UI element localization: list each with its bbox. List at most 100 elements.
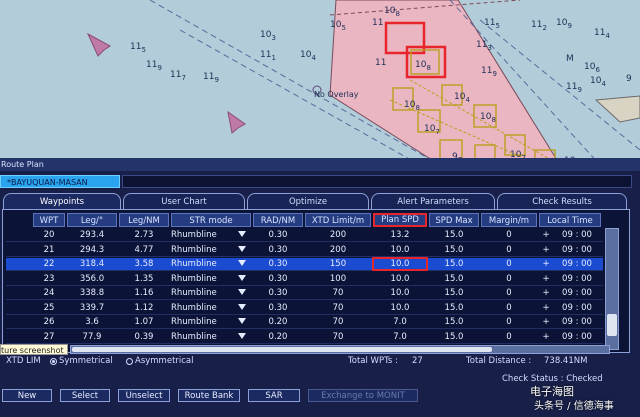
horizontal-scrollbar[interactable] [70, 345, 610, 354]
cell-str[interactable]: Rhumbline [171, 244, 239, 256]
cell-time[interactable]: 09 : 00 [555, 244, 599, 256]
cell-leg-nm: 0.39 [134, 331, 154, 342]
depth-sounding-decimal: 3 [271, 33, 276, 42]
col-header-xtd-limit[interactable]: XTD Limit/m [305, 213, 371, 227]
cell-str[interactable]: Rhumbline [171, 302, 239, 314]
horizontal-scrollbar-thumb[interactable] [72, 347, 492, 352]
cell-plan[interactable]: 10.0 [373, 273, 427, 285]
cell-xtd[interactable]: 200 [305, 244, 371, 256]
tab-optimize[interactable]: Optimize [247, 193, 369, 209]
cell-xtd[interactable]: 150 [305, 258, 371, 270]
cell-xtd[interactable]: 70 [305, 331, 371, 343]
cell-xtd[interactable]: 70 [305, 302, 371, 314]
cell-str[interactable]: Rhumbline [171, 316, 239, 328]
cell-sign: + [542, 331, 550, 342]
asymmetrical-label[interactable]: Asymmetrical [135, 356, 194, 366]
cell-rad: 0.30 [268, 244, 288, 255]
cell-plan[interactable]: 7.0 [373, 331, 427, 343]
cell-leg-deg: 294.3 [79, 244, 105, 255]
cell-str[interactable]: Rhumbline [171, 229, 239, 241]
cell-plan[interactable]: 10.0 [372, 257, 428, 271]
table-row[interactable]: 27 77.9 0.39 Rhumbline 0.20 70 7.0 15.0 0 +09 : 0… [6, 331, 603, 344]
chevron-down-icon[interactable] [238, 260, 246, 266]
unselect-button[interactable]: Unselect [118, 389, 170, 402]
exchange-to-monit-button[interactable]: Exchange to MONIT [308, 389, 418, 402]
cell-str[interactable]: Rhumbline [171, 258, 239, 270]
col-header-str-mode[interactable]: STR mode [171, 213, 251, 227]
symmetrical-radio[interactable] [50, 358, 57, 365]
col-header-leg-deg[interactable]: Leg/° [67, 213, 117, 227]
route-bank-button[interactable]: Route Bank [178, 389, 240, 402]
tab-user-chart[interactable]: User Chart [123, 193, 245, 209]
cell-time[interactable]: 09 : 00 [555, 331, 599, 343]
cell-leg-deg: 356.0 [79, 273, 105, 284]
cell-time[interactable]: 09 : 00 [555, 316, 599, 328]
cell-xtd[interactable]: 200 [305, 229, 371, 241]
select-button[interactable]: Select [60, 389, 110, 402]
tab-alert-parameters[interactable]: Alert Parameters [371, 193, 495, 209]
sar-button[interactable]: SAR [248, 389, 300, 402]
new-button[interactable]: New [2, 389, 52, 402]
scrollbar-thumb[interactable] [607, 314, 617, 336]
cell-xtd[interactable]: 70 [305, 287, 371, 299]
depth-sounding-decimal: 9 [577, 85, 582, 94]
nautical-chart[interactable]: No Overlay 119 115 117 119 111 104 103 105 11 108… [0, 0, 640, 165]
depth-sounding: 11 [375, 58, 387, 68]
tab-check-results[interactable]: Check Results [497, 193, 627, 209]
chevron-down-icon[interactable] [238, 231, 246, 237]
cell-leg-nm: 1.35 [134, 273, 154, 284]
cell-time[interactable]: 09 : 00 [555, 258, 599, 270]
cell-time[interactable]: 09 : 00 [555, 273, 599, 285]
col-header-leg-nm[interactable]: Leg/NM [119, 213, 169, 227]
table-row[interactable]: 22 318.4 3.58 Rhumbline 0.30 150 10.0 15.0 0 +09 … [6, 257, 603, 271]
window-title-bar[interactable]: Route Plan [0, 158, 640, 171]
cell-leg-nm: 1.16 [134, 288, 154, 298]
cell-str[interactable]: Rhumbline [171, 273, 239, 285]
depth-sounding-decimal: 1 [271, 53, 276, 62]
col-header-rad-nm[interactable]: RAD/NM [253, 213, 303, 227]
table-row[interactable]: 21 294.3 4.77 Rhumbline 0.30 200 10.0 15.0 0 +09 … [6, 244, 603, 257]
chevron-down-icon[interactable] [238, 289, 246, 295]
cell-plan[interactable]: 10.0 [373, 302, 427, 314]
depth-sounding: 117 [170, 70, 186, 82]
table-row[interactable]: 23 356.0 1.35 Rhumbline 0.30 100 10.0 15.0 0 +09 … [6, 273, 603, 286]
table-row[interactable]: 25 339.7 1.12 Rhumbline 0.30 70 10.0 15.0 0 +09 :… [6, 302, 603, 315]
route-name-field[interactable]: *BAYUQUAN-MASAN [0, 175, 120, 188]
chevron-down-icon[interactable] [238, 274, 246, 281]
depth-sounding-decimal: 8 [395, 9, 400, 18]
col-header-margin[interactable]: Margin/m [481, 213, 537, 227]
cell-plan[interactable]: 7.0 [373, 316, 427, 328]
cell-margin: 0 [506, 273, 512, 284]
cell-time[interactable]: 09 : 00 [555, 287, 599, 299]
xtd-lim-label: XTD LIM [6, 356, 41, 366]
col-header-plan-spd[interactable]: Plan SPD [373, 213, 427, 227]
cell-xtd[interactable]: 70 [305, 316, 371, 328]
col-header-spd-max[interactable]: SPD Max [429, 213, 479, 227]
cell-time[interactable]: 09 : 00 [555, 302, 599, 314]
chevron-down-icon[interactable] [238, 245, 246, 252]
table-row[interactable]: 24 338.8 1.16 Rhumbline 0.30 70 10.0 15.0 0 +09 :… [6, 287, 603, 300]
chevron-down-icon[interactable] [238, 332, 246, 339]
table-row[interactable]: 20 293.4 2.73 Rhumbline 0.30 200 13.2 15.0 0 +09 … [6, 229, 603, 242]
chevron-down-icon[interactable] [238, 318, 246, 324]
symmetrical-label[interactable]: Symmetrical [59, 356, 113, 366]
route-plan-window[interactable]: Route Plan *BAYUQUAN-MASAN Waypoints Use… [0, 158, 640, 417]
cell-wpt: 26 [43, 317, 55, 327]
chevron-down-icon[interactable] [238, 303, 246, 310]
col-header-local-time[interactable]: Local Time [539, 213, 601, 227]
depth-sounding: 104 [454, 92, 470, 104]
tab-waypoints[interactable]: Waypoints [3, 193, 121, 209]
cell-leg-nm: 4.77 [134, 244, 154, 255]
cell-plan[interactable]: 10.0 [373, 244, 427, 256]
cell-sign: + [542, 230, 550, 240]
vertical-scrollbar[interactable] [605, 228, 619, 350]
col-header-wpt[interactable]: WPT [33, 213, 65, 227]
cell-xtd[interactable]: 100 [305, 273, 371, 285]
table-row[interactable]: 26 3.6 1.07 Rhumbline 0.20 70 7.0 15.0 0 +09 : 00 [6, 316, 603, 329]
cell-plan[interactable]: 10.0 [373, 287, 427, 299]
cell-str[interactable]: Rhumbline [171, 287, 239, 299]
cell-str[interactable]: Rhumbline [171, 331, 239, 343]
cell-time[interactable]: 09 : 00 [555, 229, 599, 241]
asymmetrical-radio[interactable] [126, 358, 133, 365]
cell-plan[interactable]: 13.2 [373, 229, 427, 241]
